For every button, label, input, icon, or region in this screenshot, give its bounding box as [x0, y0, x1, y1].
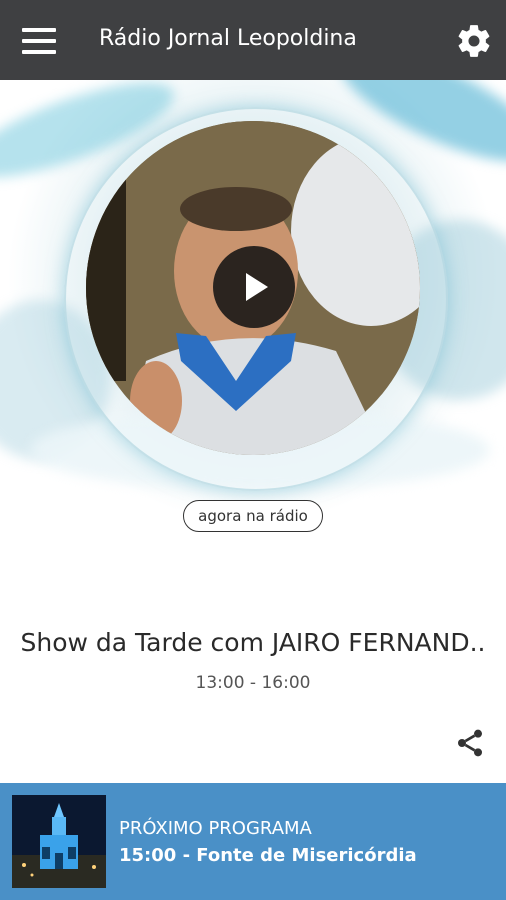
- now-playing-badge: agora na rádio: [183, 500, 323, 532]
- next-program-label: PRÓXIMO PROGRAMA: [119, 818, 312, 839]
- play-button[interactable]: [213, 246, 295, 328]
- next-program-title: 15:00 - Fonte de Misericórdia: [119, 845, 417, 866]
- next-program-thumbnail: [12, 795, 106, 888]
- current-show-title: Show da Tarde com JAIRO FERNAND..: [20, 628, 486, 657]
- player-hero: [0, 80, 506, 520]
- current-show-time: 13:00 - 16:00: [195, 673, 311, 693]
- gear-icon[interactable]: [455, 22, 493, 60]
- next-program-bar[interactable]: PRÓXIMO PROGRAMA 15:00 - Fonte de Miseri…: [0, 783, 506, 900]
- app-bar: Rádio Jornal Leopoldina: [0, 0, 506, 80]
- app-title: Rádio Jornal Leopoldina: [99, 26, 357, 51]
- share-icon[interactable]: [454, 727, 486, 759]
- hamburger-menu-icon[interactable]: [22, 28, 56, 54]
